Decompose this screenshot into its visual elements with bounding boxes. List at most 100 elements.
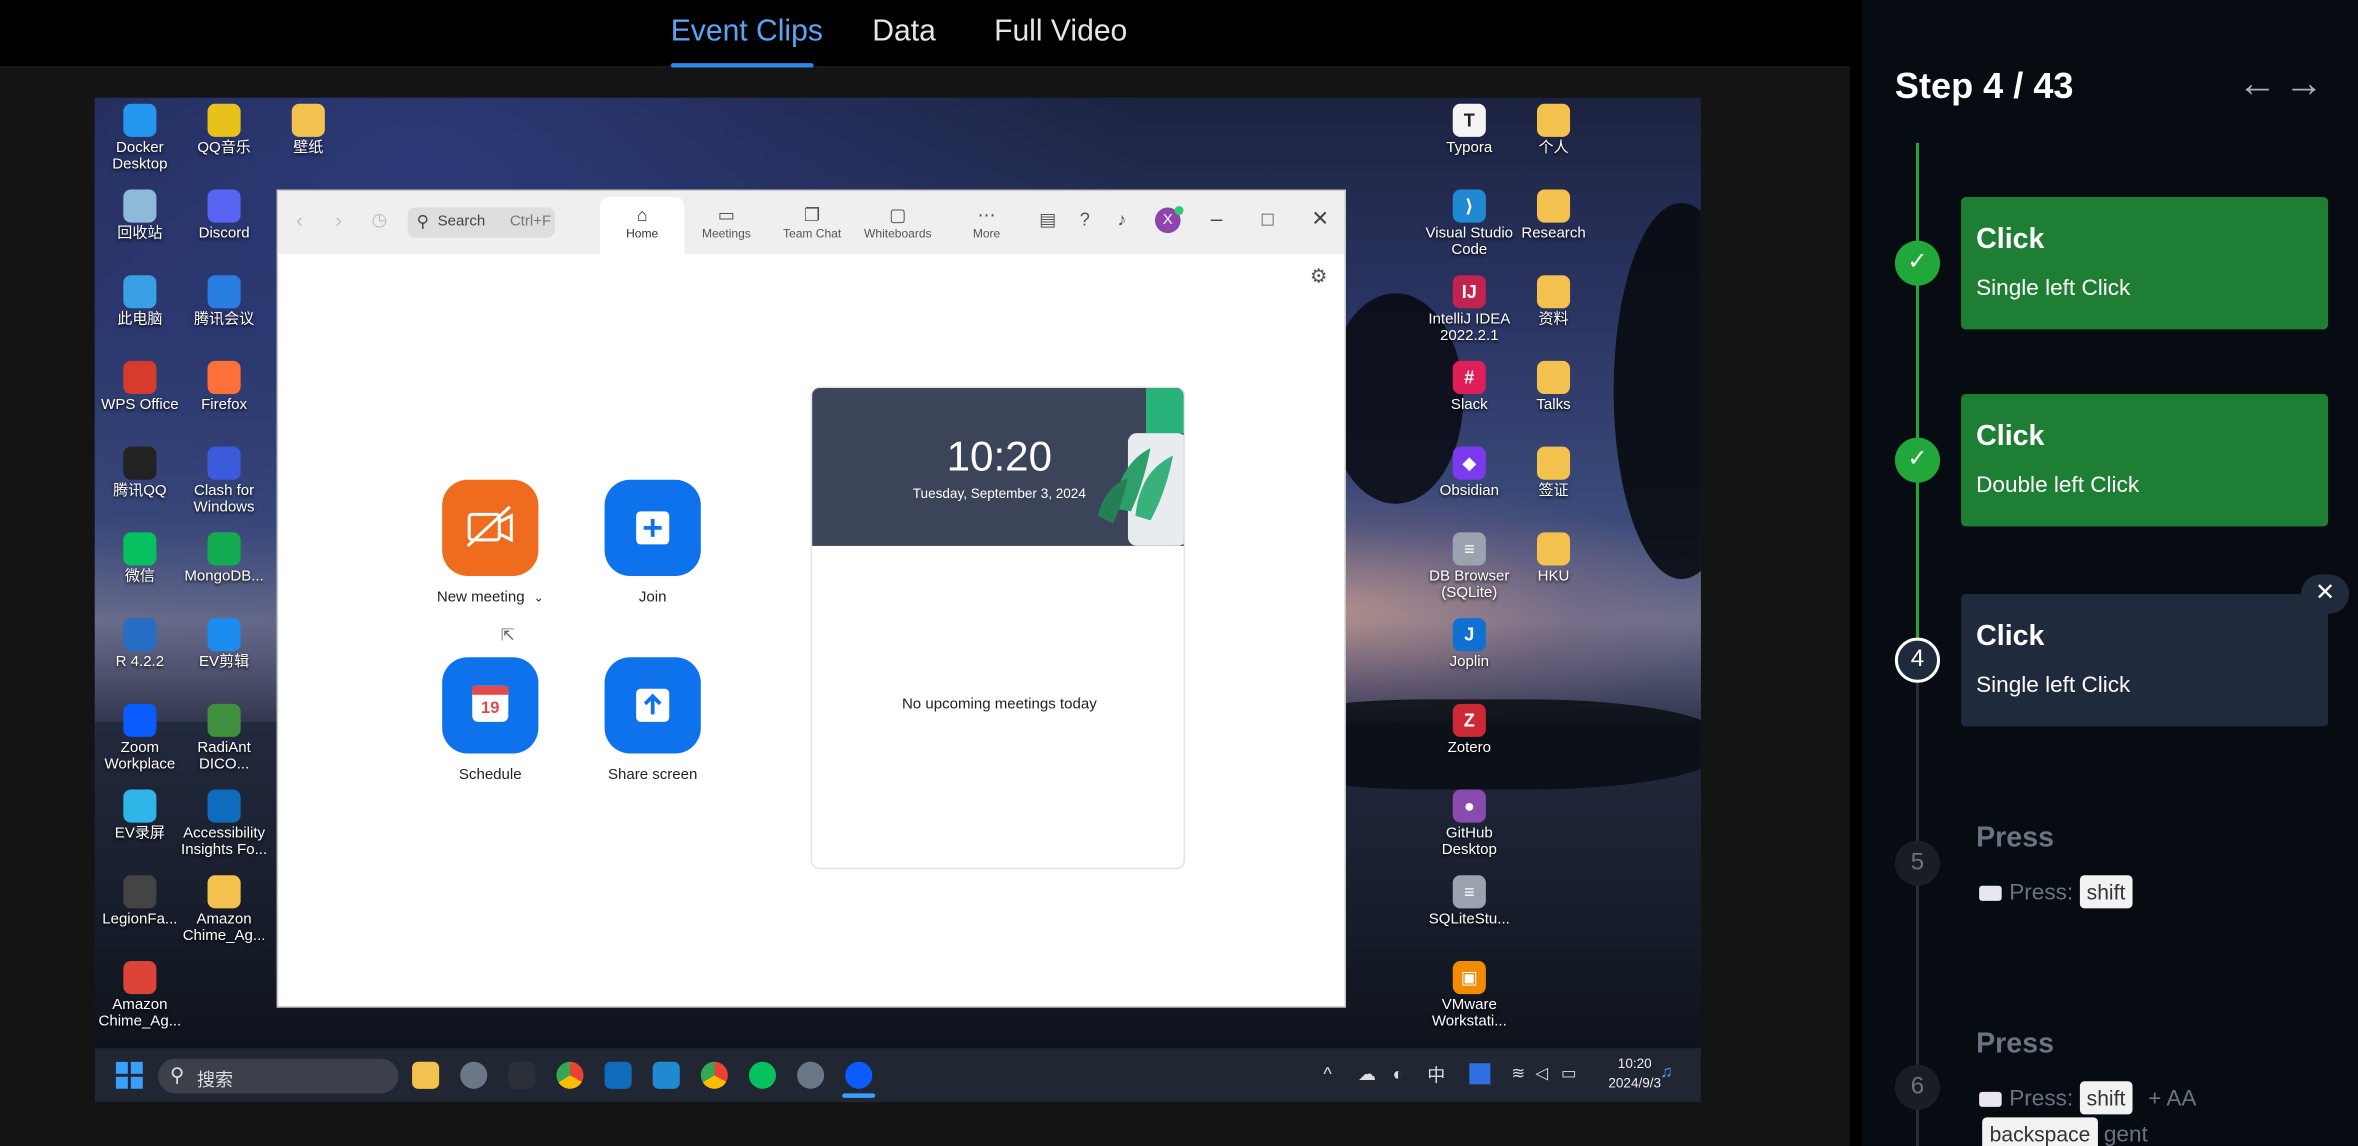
vscode-icon[interactable] xyxy=(652,1061,680,1089)
help-icon[interactable]: ? xyxy=(1080,209,1090,230)
desktop-icon[interactable]: IJ IntelliJ IDEA 2022.2.1 xyxy=(1424,275,1514,344)
desktop-icon[interactable]: 微信 xyxy=(95,532,185,585)
tray-chevron-icon[interactable]: ^ xyxy=(1323,1063,1331,1084)
close-icon[interactable]: ✕ xyxy=(1311,206,1329,232)
desktop-icon[interactable]: ⟩ Visual Studio Code xyxy=(1424,189,1514,259)
bell-icon[interactable]: ♪ xyxy=(1117,209,1126,230)
settings-icon[interactable] xyxy=(460,1061,488,1089)
desktop-icon[interactable]: Accessibility Insights Fo... xyxy=(179,789,269,859)
tab-full-video[interactable]: Full Video xyxy=(994,15,1127,50)
desktop-icon[interactable]: 此电脑 xyxy=(95,275,185,328)
desktop-icon[interactable]: Talks xyxy=(1508,360,1598,414)
zoom-taskbar-icon[interactable] xyxy=(845,1061,873,1089)
desktop-icon[interactable]: ≡ DB Browser (SQLite) xyxy=(1424,532,1514,602)
network-app-icon[interactable]: ◐ xyxy=(1393,1063,1404,1084)
desktop-icon[interactable]: ◆ Obsidian xyxy=(1424,446,1514,499)
history-icon[interactable]: ◷ xyxy=(371,209,387,230)
join-button[interactable] xyxy=(604,479,701,576)
desktop-icon-label: 资料 xyxy=(1538,311,1569,328)
desktop-icon-label: MongoDB... xyxy=(184,568,264,586)
desktop-icon[interactable]: WPS Office xyxy=(95,360,185,414)
desktop-icon[interactable]: J Joplin xyxy=(1424,618,1514,671)
step-card-current[interactable]: Click Single left Click xyxy=(1961,594,2329,727)
minimize-icon[interactable]: – xyxy=(1211,206,1223,230)
settings-gear-icon[interactable]: ⚙ xyxy=(1310,265,1328,289)
desktop-icon[interactable]: 腾讯QQ xyxy=(95,446,185,499)
desktop-icon[interactable]: MongoDB... xyxy=(179,532,269,585)
desktop-icon[interactable]: QQ音乐 xyxy=(179,103,269,156)
zoom-search-box[interactable]: ⚲ Search Ctrl+F xyxy=(407,207,555,238)
taskbar-search[interactable]: ⚲ 搜索 xyxy=(157,1058,399,1094)
desktop-icon-label: EV剪辑 xyxy=(199,654,250,671)
zoom-tab-meetings[interactable]: ▭ Meetings xyxy=(684,197,768,254)
baidu-icon[interactable] xyxy=(1469,1063,1491,1085)
share-screen-button[interactable] xyxy=(604,657,701,754)
notification-bell-icon[interactable]: ♫ xyxy=(1660,1063,1672,1081)
ime-indicator[interactable]: 中 xyxy=(1427,1062,1445,1088)
desktop-icon[interactable]: # Slack xyxy=(1424,360,1514,414)
desktop-icon[interactable]: T Typora xyxy=(1424,103,1514,156)
desktop-icon[interactable]: LegionFa... xyxy=(95,875,185,928)
desktop-icon[interactable]: R 4.2.2 xyxy=(95,618,185,671)
tab-data[interactable]: Data xyxy=(872,15,936,50)
wechat-icon[interactable] xyxy=(748,1061,777,1089)
desktop-icon[interactable]: HKU xyxy=(1508,532,1598,585)
gear-app-icon[interactable] xyxy=(797,1061,825,1089)
battery-icon[interactable]: ▭ xyxy=(1561,1063,1577,1083)
app-icon[interactable] xyxy=(508,1061,536,1089)
step-subtitle: Double left Click xyxy=(1976,472,2140,498)
desktop-icon[interactable]: Amazon Chime_Ag... xyxy=(179,875,269,944)
step-title: Click xyxy=(1976,421,2045,453)
desktop-icon[interactable]: 签证 xyxy=(1508,446,1598,499)
desktop-icon[interactable]: 腾讯会议 xyxy=(179,275,269,328)
wifi-icon[interactable]: ≋ xyxy=(1511,1063,1525,1083)
desktop-icon[interactable]: ▣ VMware Workstati... xyxy=(1424,960,1514,1031)
arrow-left-icon[interactable]: ← xyxy=(2238,60,2277,107)
step-card[interactable]: Click Single left Click xyxy=(1961,197,2329,330)
desktop-icon[interactable]: Zoom Workplace xyxy=(95,703,185,773)
volume-icon[interactable]: ◁ xyxy=(1535,1063,1548,1083)
forward-arrow-icon[interactable]: › xyxy=(335,209,342,232)
desktop-icon[interactable]: 个人 xyxy=(1508,103,1598,156)
desktop-icon[interactable]: Z Zotero xyxy=(1424,703,1514,756)
schedule-button[interactable]: 19 xyxy=(442,657,539,754)
windows-start-icon[interactable] xyxy=(115,1061,143,1089)
desktop-icon[interactable]: Research xyxy=(1508,189,1598,242)
desktop-icon[interactable]: RadiAnt DICO... xyxy=(179,703,269,773)
close-icon[interactable]: ✕ xyxy=(2300,574,2350,614)
zoom-tab-whiteboards[interactable]: ▢ Whiteboards xyxy=(856,197,940,254)
desktop-icon[interactable]: 壁纸 xyxy=(263,103,353,156)
desktop-icon[interactable]: Amazon Chime_Ag... xyxy=(95,960,185,1030)
new-meeting-button[interactable] xyxy=(442,479,539,576)
trash-icon[interactable]: ▤ xyxy=(1039,209,1056,230)
desktop-icon[interactable]: Discord xyxy=(179,189,269,242)
outlook-icon[interactable] xyxy=(604,1061,632,1089)
chrome-icon[interactable] xyxy=(556,1061,584,1089)
desktop-icon[interactable]: Docker Desktop xyxy=(95,103,185,173)
desktop-icon[interactable]: Firefox xyxy=(179,360,269,414)
onedrive-icon[interactable]: ☁ xyxy=(1358,1063,1376,1084)
ev-edit-icon xyxy=(207,618,241,652)
maximize-icon[interactable]: □ xyxy=(1262,208,1274,231)
arrow-right-icon[interactable]: → xyxy=(2284,60,2323,107)
step-card[interactable]: Click Double left Click xyxy=(1961,394,2329,527)
tab-event-clips[interactable]: Event Clips xyxy=(671,15,823,50)
search-placeholder: Search xyxy=(437,213,486,231)
desktop-icon[interactable]: 资料 xyxy=(1508,275,1598,328)
desktop-icon[interactable]: ≡ SQLiteStu... xyxy=(1424,875,1514,928)
desktop-icon[interactable]: Clash for Windows xyxy=(179,446,269,516)
zoom-tab-home[interactable]: ⌂ Home xyxy=(600,197,685,255)
desktop-icon[interactable]: ● GitHub Desktop xyxy=(1424,789,1514,859)
desktop-icon[interactable]: EV剪辑 xyxy=(179,618,269,671)
zoom-tab-more[interactable]: ⋯ More xyxy=(944,197,1028,254)
desktop-icon[interactable]: 回收站 xyxy=(95,189,185,242)
key-text: + AA xyxy=(2148,1085,2197,1112)
zoom-tab-team-chat[interactable]: ❐ Team Chat xyxy=(770,197,854,254)
legion-icon xyxy=(123,875,157,909)
back-arrow-icon[interactable]: ‹ xyxy=(296,209,303,232)
desktop-icon-label: VMware Workstati... xyxy=(1431,997,1507,1031)
chrome-profile-icon[interactable] xyxy=(700,1061,728,1089)
desktop-icon-label: Joplin xyxy=(1449,654,1489,671)
desktop-icon[interactable]: EV录屏 xyxy=(95,789,185,842)
file-explorer-icon[interactable] xyxy=(412,1061,440,1089)
